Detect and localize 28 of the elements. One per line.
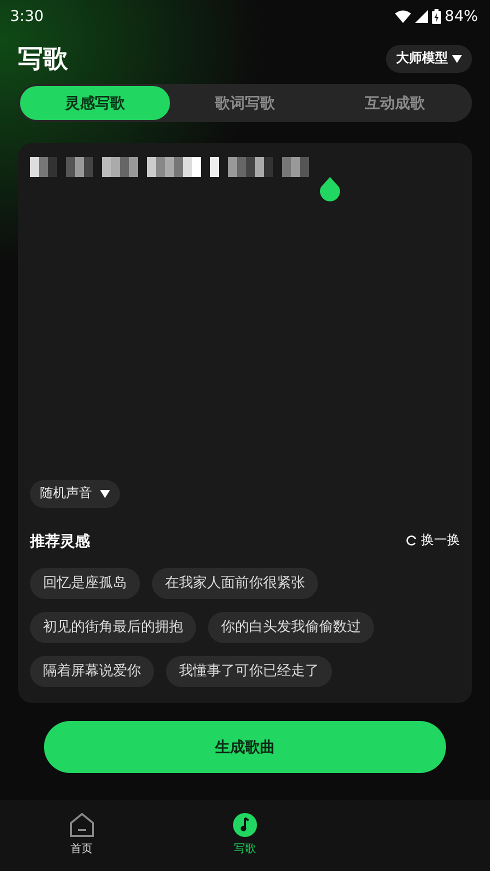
status-time: 3:30 [10, 6, 44, 27]
section-title: 推荐灵感 [30, 530, 90, 552]
suggestion-chip[interactable]: 你的白头发我偷偷数过 [208, 612, 374, 643]
tab[interactable]: 互动成歌 [320, 86, 470, 120]
model-dropdown[interactable]: 大师模型 [386, 45, 472, 73]
music-note-icon [232, 813, 257, 838]
voice-dropdown[interactable]: 随机声音 [30, 480, 120, 508]
battery-percent: 84% [444, 6, 478, 27]
caret-icon [452, 55, 462, 63]
caret-icon [100, 490, 110, 498]
drop-icon[interactable] [318, 177, 342, 203]
battery-icon [432, 8, 441, 24]
refresh-button[interactable]: 换一换 [406, 531, 460, 550]
page-title: 写歌 [18, 43, 68, 76]
home-icon [68, 813, 95, 838]
suggestion-chip[interactable]: 初见的街角最后的拥抱 [30, 612, 196, 643]
suggestion-chip[interactable]: 在我家人面前你很紧张 [152, 568, 318, 599]
suggestion-chip[interactable]: 回忆是座孤岛 [30, 568, 140, 599]
nav-tab[interactable]: 首页 [0, 800, 164, 871]
refresh-icon [406, 535, 417, 546]
signal-icon [414, 10, 428, 22]
generate-button[interactable]: 生成歌曲 [44, 721, 446, 773]
tab[interactable]: 灵感写歌 [20, 86, 170, 120]
nav-tab[interactable]: 写歌 [163, 800, 327, 871]
suggestion-chip[interactable]: 隔着屏幕说爱你 [30, 656, 154, 687]
wifi-icon [394, 10, 411, 22]
tab[interactable]: 歌词写歌 [170, 86, 320, 120]
suggestion-chip[interactable]: 我懂事了可你已经走了 [166, 656, 332, 687]
